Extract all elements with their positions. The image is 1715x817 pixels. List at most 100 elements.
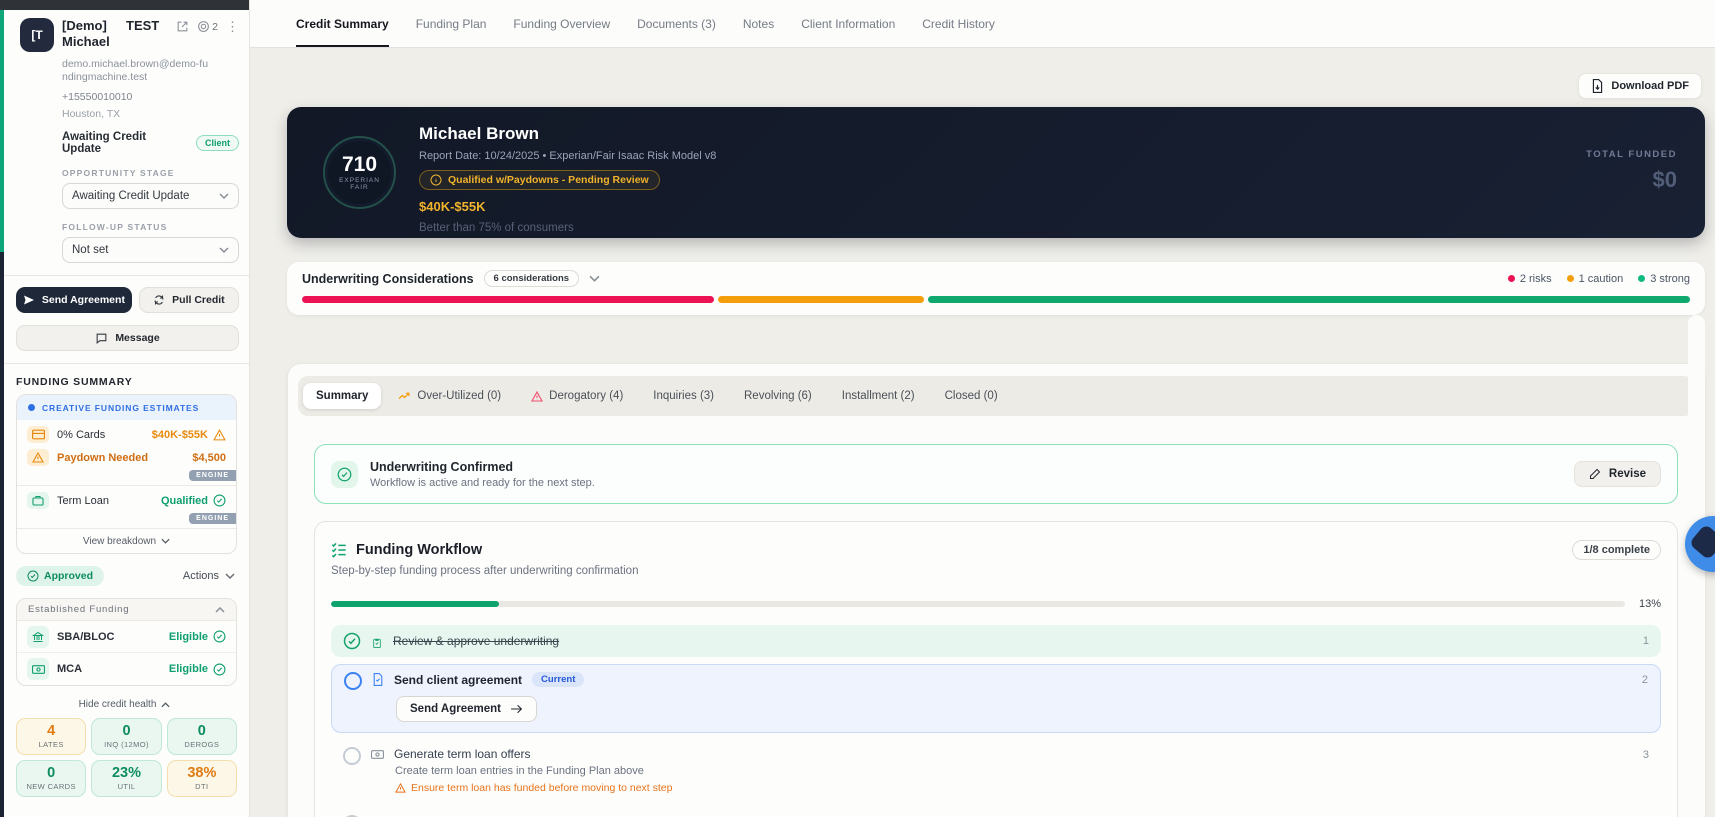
send-agreement-button[interactable]: Send Agreement [16, 287, 132, 313]
subtab-inquiries[interactable]: Inquiries (3) [640, 383, 727, 409]
chevron-up-icon [215, 606, 225, 613]
tab-credit-history[interactable]: Credit History [922, 0, 995, 47]
step-title: Review & approve underwriting [393, 634, 560, 648]
legend-strong: 3 strong [1638, 273, 1690, 285]
subtab-label: Installment (2) [841, 390, 915, 402]
client-badge: Client [195, 135, 239, 151]
confirmed-subtitle: Workflow is active and ready for the nex… [370, 476, 595, 489]
goal-count[interactable]: 2 [197, 20, 218, 33]
stat-value: 0 [197, 723, 206, 739]
app-window: [T [Demo] Michael TEST 2 ⋮ demo.michael.… [0, 0, 1715, 817]
stat-value: 23% [111, 765, 141, 781]
qualification-label: Qualified w/Paydowns - Pending Review [448, 174, 649, 186]
tab-funding-plan[interactable]: Funding Plan [416, 0, 487, 47]
estimate-row-paydown: Paydown Needed $4,500 [17, 445, 236, 468]
opportunity-stage-select[interactable]: Awaiting Credit Update [62, 183, 239, 209]
pencil-icon [1589, 468, 1601, 479]
bureau-label: EXPERIAN [339, 177, 380, 184]
cash-icon [371, 749, 384, 759]
send-agreement-step-button[interactable]: Send Agreement [396, 696, 537, 722]
stat-derogs: 0 DEROGS [166, 718, 237, 755]
clipboard-icon [373, 638, 381, 648]
stat-dti: 38% DTI [166, 760, 237, 797]
credit-health-stats: 4 LATES 0 INQ (12MO) 0 DEROGS 0 NEW CARDS 23… [16, 718, 237, 797]
current-step-badge: Current [532, 672, 585, 687]
actions-menu[interactable]: Actions [183, 570, 235, 582]
subtab-over-utilized[interactable]: Over-Utilized (0) [385, 383, 514, 409]
revise-button[interactable]: Revise [1573, 461, 1661, 487]
main-panel: Credit Summary Funding Plan Funding Over… [250, 0, 1715, 817]
established-label: MCA [57, 663, 83, 675]
stat-value: 0 [122, 723, 131, 739]
warning-icon [213, 428, 226, 440]
client-name: Michael Brown [419, 124, 539, 143]
subtab-label: Revolving (6) [744, 390, 812, 402]
legend-caution: 1 caution [1566, 273, 1623, 285]
contact-phone[interactable]: +15550010010 [62, 91, 239, 103]
check-circle-icon [213, 494, 226, 507]
established-funding-header[interactable]: Established Funding [17, 599, 236, 621]
followup-status-value: Not set [72, 244, 109, 256]
revise-label: Revise [1608, 468, 1646, 480]
workflow-title: Funding Workflow [356, 542, 483, 558]
info-icon [430, 174, 442, 186]
stat-label: INQ (12MO) [104, 740, 149, 749]
stat-new-cards: 0 NEW CARDS [16, 760, 87, 797]
tab-funding-overview[interactable]: Funding Overview [513, 0, 610, 47]
stat-label: DEROGS [184, 740, 220, 749]
estimate-row-termloan: Term Loan Qualified [17, 486, 236, 511]
pull-credit-label: Pull Credit [172, 294, 225, 306]
contact-email[interactable]: demo.michael.brown@demo-fundingmachine.t… [62, 58, 212, 84]
open-external-icon[interactable] [176, 20, 189, 33]
progress-fill [331, 601, 500, 607]
pull-credit-button[interactable]: Pull Credit [138, 287, 239, 313]
score-gauge: 710 EXPERIAN FAIR [323, 136, 396, 209]
confirmed-title: Underwriting Confirmed [370, 459, 514, 474]
hide-credit-health-link[interactable]: Hide credit health [0, 699, 249, 710]
followup-status-select[interactable]: Not set [62, 237, 239, 263]
contact-sidebar: [T [Demo] Michael TEST 2 ⋮ demo.michael.… [0, 0, 250, 817]
considerations-title: Underwriting Considerations [302, 271, 474, 286]
subtab-summary[interactable]: Summary [303, 383, 382, 409]
considerations-legend: 2 risks 1 caution 3 strong [1507, 273, 1690, 285]
step-title: Send client agreement [394, 672, 523, 687]
total-funded-value: $0 [1652, 167, 1677, 192]
contact-location: Houston, TX [62, 108, 121, 120]
tab-credit-summary[interactable]: Credit Summary [296, 0, 389, 47]
step-subtitle: Create term loan entries in the Funding … [395, 765, 644, 777]
check-circle-icon [331, 460, 358, 488]
established-funding-label: Established Funding [28, 604, 130, 615]
message-label: Message [115, 332, 160, 344]
tab-client-information[interactable]: Client Information [801, 0, 895, 47]
view-breakdown-link[interactable]: View breakdown [17, 529, 236, 553]
step-number: 3 [1642, 749, 1649, 761]
estimate-value: $4,500 [192, 451, 226, 464]
tab-notes[interactable]: Notes [743, 0, 774, 47]
more-menu-icon[interactable]: ⋮ [226, 20, 239, 33]
sidebar-top-strip [0, 0, 249, 10]
subtab-revolving[interactable]: Revolving (6) [731, 383, 825, 409]
subtab-derogatory[interactable]: Derogatory (4) [518, 383, 636, 409]
stat-value: 38% [187, 765, 217, 781]
workflow-step-3[interactable]: Generate term loan offers Create term lo… [331, 740, 1661, 801]
file-download-icon [1593, 79, 1603, 93]
chevron-down-icon[interactable] [589, 275, 600, 282]
subtab-closed[interactable]: Closed (0) [932, 383, 1011, 409]
step-radio-icon[interactable] [344, 672, 362, 690]
subtab-label: Summary [316, 390, 369, 402]
message-button[interactable]: Message [16, 325, 239, 351]
caution-dot-icon [1566, 275, 1574, 282]
estimate-label: Term Loan [57, 494, 109, 507]
check-circle-icon [213, 630, 226, 643]
qualification-badge: Qualified w/Paydowns - Pending Review [419, 170, 660, 190]
subtab-installment[interactable]: Installment (2) [829, 383, 928, 409]
estimate-label: 0% Cards [57, 428, 106, 441]
download-pdf-button[interactable]: Download PDF [1578, 73, 1702, 99]
workflow-step-4[interactable]: Review Over Utilized & email paydown req… [331, 808, 1661, 817]
subtab-label: Closed (0) [944, 390, 998, 402]
workflow-step-2[interactable]: Send client agreement Current Send Agree… [331, 664, 1661, 733]
cash-icon [27, 658, 49, 680]
step-radio-icon[interactable] [343, 747, 361, 765]
tab-documents[interactable]: Documents (3) [637, 0, 716, 47]
workflow-step-1[interactable]: Review & approve underwriting 1 [331, 625, 1661, 657]
